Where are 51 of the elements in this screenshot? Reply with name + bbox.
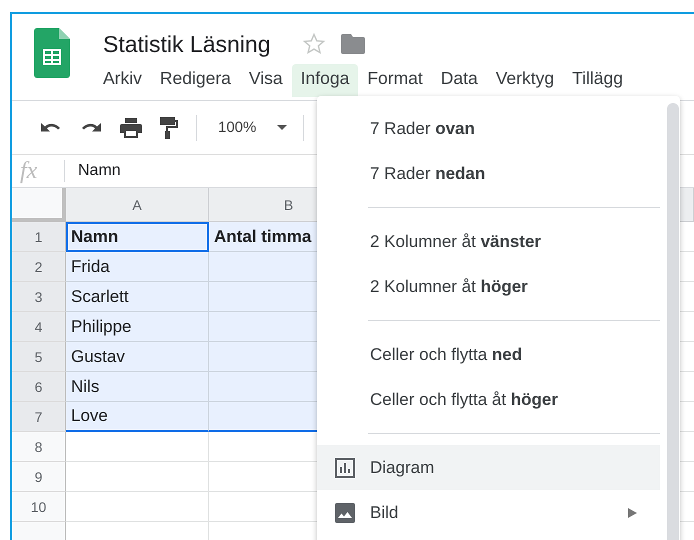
folder-icon[interactable] xyxy=(341,34,366,54)
table-cell[interactable] xyxy=(66,492,209,522)
row-header[interactable]: 7 xyxy=(12,402,66,432)
menu-item[interactable]: Verktyg xyxy=(486,64,564,97)
row-header[interactable]: 1 xyxy=(12,222,66,252)
zoom-select[interactable]: 100% xyxy=(218,119,256,136)
menu-item[interactable]: Data xyxy=(432,64,487,97)
menu-item[interactable]: Tillägg xyxy=(563,64,632,97)
scrollbar-thumb[interactable] xyxy=(667,103,679,540)
table-cell[interactable]: Namn xyxy=(66,222,209,252)
function-label: fx xyxy=(20,158,38,184)
menu-item[interactable]: Format xyxy=(358,64,432,97)
print-icon[interactable] xyxy=(120,118,142,138)
paint-format-icon[interactable] xyxy=(160,116,178,138)
row-header[interactable]: 6 xyxy=(12,372,66,402)
menu-option[interactable]: Bild xyxy=(317,490,660,535)
menu-item[interactable]: Redigera xyxy=(150,64,240,97)
select-all-corner[interactable] xyxy=(12,188,66,222)
row-header[interactable]: 4 xyxy=(12,312,66,342)
caret-icon[interactable] xyxy=(277,125,288,130)
menu-option[interactable]: 2 Kolumner åt höger xyxy=(317,264,660,309)
table-cell[interactable] xyxy=(66,432,209,462)
menu-item[interactable]: Visa xyxy=(240,64,292,97)
row-header[interactable]: 3 xyxy=(12,282,66,312)
document-title[interactable]: Statistik Läsning xyxy=(103,30,270,58)
spreadsheet-logo-icon[interactable] xyxy=(34,28,70,78)
row-header[interactable]: 5 xyxy=(12,342,66,372)
menu-item[interactable]: Arkiv xyxy=(94,64,151,97)
formula-field[interactable]: Namn xyxy=(78,162,121,180)
menu-option[interactable]: Diagram xyxy=(317,445,660,490)
star-icon[interactable] xyxy=(302,32,326,56)
menu-option[interactable]: 7 Rader ovan xyxy=(317,106,660,151)
menu-option[interactable]: Celler och flytta åt höger xyxy=(317,377,660,422)
row-header[interactable]: 8 xyxy=(12,432,66,462)
table-cell[interactable]: Scarlett xyxy=(66,282,209,312)
row-header[interactable]: 10 xyxy=(12,492,66,522)
column-header[interactable]: A xyxy=(66,188,209,222)
menu-option[interactable]: Celler och flytta ned xyxy=(317,332,660,377)
row-header[interactable]: 9 xyxy=(12,462,66,492)
table-cell[interactable]: Frida xyxy=(66,252,209,282)
menu-item[interactable]: Infoga xyxy=(292,64,358,97)
image-icon xyxy=(335,502,355,522)
row-header[interactable]: 2 xyxy=(12,252,66,282)
table-cell[interactable]: Nils xyxy=(66,372,209,402)
bar-chart-icon xyxy=(335,458,355,478)
redo-icon[interactable] xyxy=(80,122,102,134)
undo-icon[interactable] xyxy=(40,122,62,134)
table-cell[interactable]: Love xyxy=(66,402,209,432)
table-cell[interactable] xyxy=(66,462,209,492)
table-cell[interactable]: Gustav xyxy=(66,342,209,372)
table-cell[interactable]: Philippe xyxy=(66,312,209,342)
